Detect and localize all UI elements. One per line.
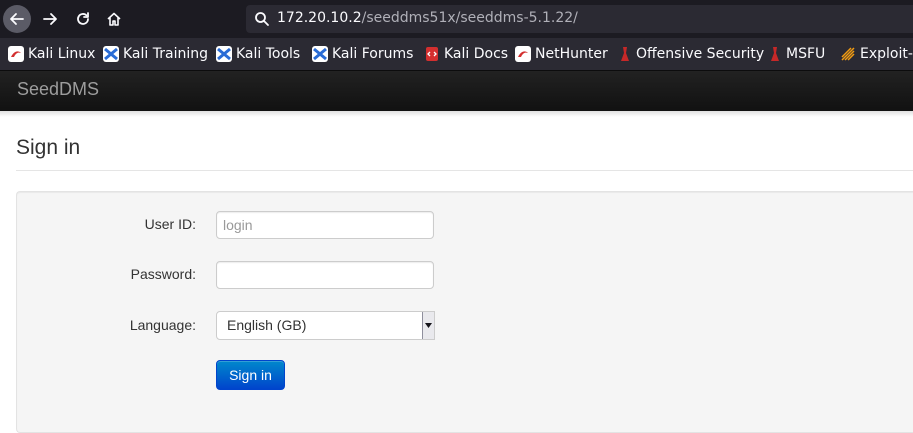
bookmark-label: Offensive Security xyxy=(636,46,765,62)
bookmark-label: Kali Linux xyxy=(28,46,96,62)
bookmarks-bar: Kali Linux Kali Training Kali Tools Kali… xyxy=(0,38,913,71)
userid-field[interactable] xyxy=(216,211,434,239)
bookmark-msfu[interactable]: MSFU xyxy=(768,45,825,63)
offsec-icon xyxy=(621,47,629,61)
arrow-left-icon xyxy=(10,13,24,25)
kali-dragon-icon xyxy=(515,46,531,62)
kali-blue-icon xyxy=(103,46,119,62)
kali-blue-icon xyxy=(312,46,328,62)
sign-in-button[interactable]: Sign in xyxy=(216,360,285,390)
bookmark-label: MSFU xyxy=(786,46,826,62)
language-label: Language: xyxy=(129,317,196,333)
bookmark-label: Kali Tools xyxy=(236,46,301,62)
home-button[interactable] xyxy=(100,5,128,33)
exploit-db-icon xyxy=(841,47,855,61)
bookmark-kali-linux[interactable]: Kali Linux xyxy=(8,45,95,63)
dropdown-arrow-icon[interactable] xyxy=(422,312,434,339)
bookmark-label: Kali Docs xyxy=(444,46,509,62)
page-title: Sign in xyxy=(16,136,81,159)
kali-blue-icon xyxy=(216,46,232,62)
bookmark-kali-forums[interactable]: Kali Forums xyxy=(312,45,413,63)
bookmark-label: Kali Forums xyxy=(332,46,414,62)
url-text: 172.20.10.2/seeddms51x/seeddms-5.1.22/ xyxy=(277,10,578,26)
url-host: 172.20.10.2 xyxy=(277,10,362,26)
bookmark-kali-docs[interactable]: Kali Docs xyxy=(424,45,508,63)
reload-button[interactable] xyxy=(69,5,97,33)
bookmark-exploit-db[interactable]: Exploit- xyxy=(840,45,913,63)
url-path: /seeddms51x/seeddms-5.1.22/ xyxy=(361,10,578,26)
navbar-shadow xyxy=(0,111,913,117)
bookmark-label: Exploit- xyxy=(860,46,913,62)
userid-input[interactable] xyxy=(217,212,429,238)
bookmark-nethunter[interactable]: NetHunter xyxy=(515,45,608,63)
bookmark-kali-training[interactable]: Kali Training xyxy=(103,45,208,63)
bookmark-label: Kali Training xyxy=(123,46,208,62)
back-button[interactable] xyxy=(3,5,31,33)
search-icon xyxy=(255,12,269,26)
password-label: Password: xyxy=(130,266,196,282)
forward-button[interactable] xyxy=(36,5,64,33)
bookmark-offensive-security[interactable]: Offensive Security xyxy=(618,45,764,63)
kali-dragon-icon xyxy=(8,46,24,62)
browser-toolbar: 172.20.10.2/seeddms51x/seeddms-5.1.22/ xyxy=(0,0,913,38)
bookmark-kali-tools[interactable]: Kali Tools xyxy=(216,45,300,63)
brand-link[interactable]: SeedDMS xyxy=(17,79,99,100)
arrow-right-icon xyxy=(43,13,57,25)
language-select[interactable]: English (GB) xyxy=(216,311,435,340)
url-bar[interactable]: 172.20.10.2/seeddms51x/seeddms-5.1.22/ xyxy=(246,5,913,33)
title-divider xyxy=(16,170,913,171)
userid-label: User ID: xyxy=(144,216,196,232)
home-icon xyxy=(107,12,121,26)
reload-icon xyxy=(77,12,89,25)
kali-docs-icon xyxy=(426,47,438,61)
password-input[interactable] xyxy=(217,262,429,288)
password-field[interactable] xyxy=(216,261,434,289)
language-selected-value: English (GB) xyxy=(227,317,307,333)
bookmark-label: NetHunter xyxy=(535,46,608,62)
app-navbar: SeedDMS xyxy=(0,71,913,111)
offsec-icon xyxy=(771,47,779,61)
